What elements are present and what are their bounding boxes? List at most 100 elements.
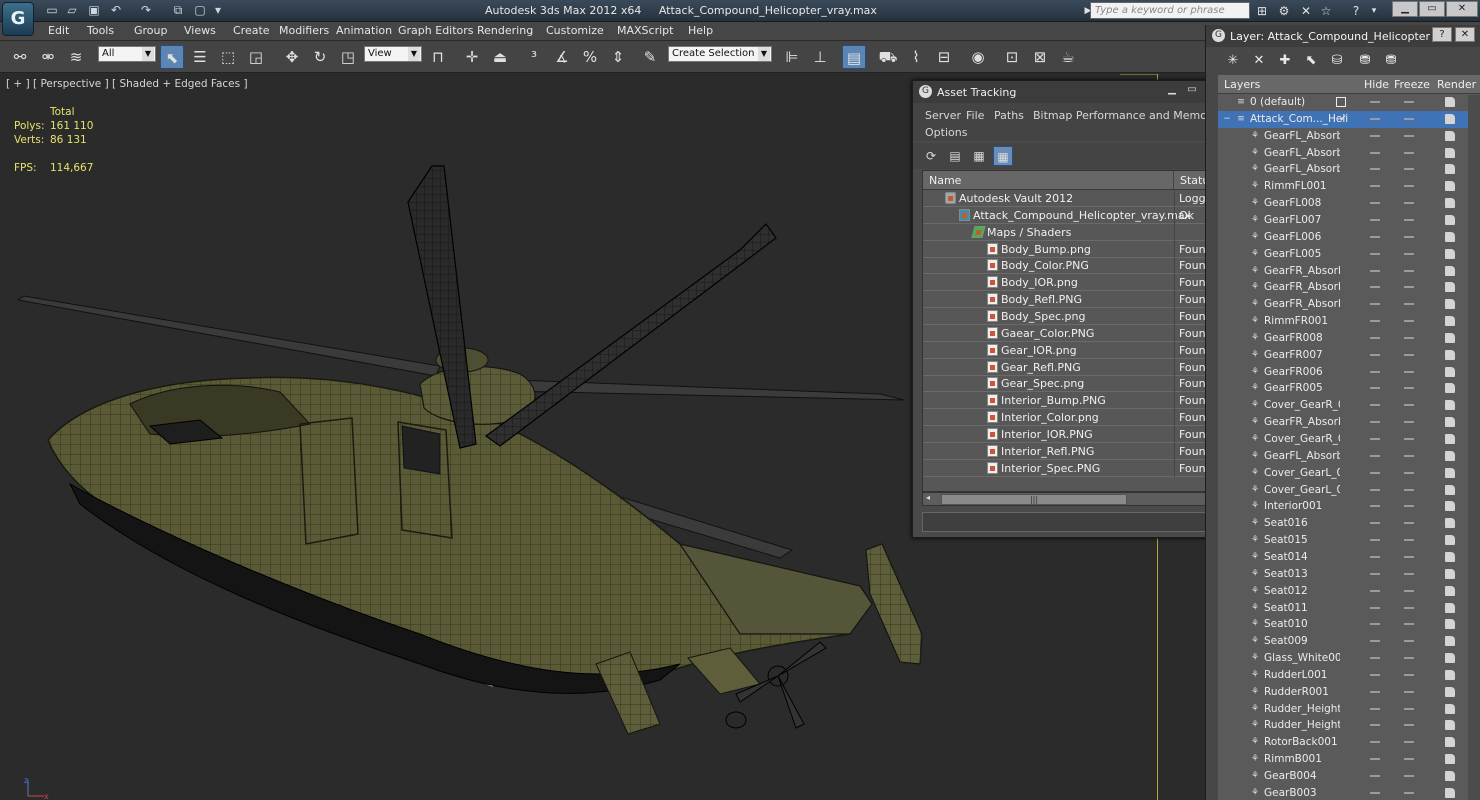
menu-paths[interactable]: Paths <box>994 109 1024 122</box>
named-selection-set-dropdown[interactable]: Create Selection Se ▼ <box>668 46 772 62</box>
column-layers[interactable]: Layers <box>1224 75 1260 93</box>
search-input[interactable]: Type a keyword or phrase <box>1090 2 1250 19</box>
render-teapot-icon[interactable] <box>1445 181 1455 192</box>
mirror-icon[interactable]: ⊫ <box>780 45 804 69</box>
render-teapot-icon[interactable] <box>1445 417 1455 428</box>
asset-row[interactable]: Interior_Color.png Foun <box>923 409 1211 427</box>
layer-row[interactable]: ⚘ GearFL_Absorbe <box>1218 161 1480 178</box>
collapse-icon[interactable]: − <box>1222 114 1232 124</box>
render-teapot-icon[interactable] <box>1445 450 1455 461</box>
hide-toggle[interactable] <box>1370 522 1380 525</box>
hide-toggle[interactable] <box>1370 353 1380 356</box>
render-teapot-icon[interactable] <box>1445 602 1455 613</box>
asset-status-field[interactable] <box>922 512 1212 532</box>
layer-row[interactable]: ⚘ GearFR006 <box>1218 364 1480 381</box>
unlink-selection-icon[interactable]: ⚮ <box>36 45 60 69</box>
hide-toggle[interactable] <box>1370 185 1380 188</box>
select-and-move-icon[interactable]: ✥ <box>280 45 304 69</box>
render-teapot-icon[interactable] <box>1445 130 1455 141</box>
layer-row[interactable]: ≡ − Attack_Com..._Heli ✔ <box>1218 110 1480 128</box>
freeze-toggle[interactable] <box>1404 101 1414 103</box>
keyboard-shortcut-override-icon[interactable]: ⏏ <box>488 45 512 69</box>
save-icon[interactable]: ▣ <box>86 3 102 18</box>
freeze-toggle[interactable] <box>1404 657 1414 660</box>
freeze-toggle[interactable] <box>1404 572 1414 575</box>
freeze-toggle[interactable] <box>1404 741 1414 744</box>
freeze-toggle[interactable] <box>1404 168 1414 171</box>
menu-options[interactable]: Options <box>925 126 967 139</box>
project-folder-icon[interactable]: ▢ <box>192 3 208 18</box>
render-teapot-icon[interactable] <box>1445 400 1455 411</box>
quick-access-dropdown-icon[interactable]: ▾ <box>210 3 226 18</box>
layer-row[interactable]: ⚘ RudderR001 <box>1218 684 1480 701</box>
layer-row[interactable]: ⚘ Cover_GearL_00 <box>1218 465 1480 482</box>
hide-toggle[interactable] <box>1370 218 1380 221</box>
hide-toggle[interactable] <box>1370 707 1380 710</box>
selection-filter-dropdown[interactable]: All ▼ <box>98 46 156 62</box>
current-layer-checkbox[interactable] <box>1336 97 1346 107</box>
layer-row[interactable]: ⚘ GearFL_Absorbe <box>1218 145 1480 162</box>
percent-snap-icon[interactable]: % <box>578 45 602 69</box>
render-teapot-icon[interactable] <box>1445 703 1455 714</box>
select-object-icon[interactable]: ⬉ <box>160 45 184 69</box>
hide-toggle[interactable] <box>1370 438 1380 440</box>
freeze-toggle[interactable] <box>1404 387 1414 390</box>
close-button[interactable]: ✕ <box>1446 1 1478 17</box>
asset-row[interactable]: Interior_Refl.PNG Foun <box>923 442 1211 460</box>
layer-row[interactable]: ⚘ Cover_GearR_0( <box>1218 397 1480 414</box>
freeze-toggle[interactable] <box>1404 589 1414 592</box>
layer-row[interactable]: ⚘ Rudder_HeightR <box>1218 701 1480 718</box>
hide-toggle[interactable] <box>1370 539 1380 542</box>
freeze-toggle[interactable] <box>1404 623 1414 626</box>
layer-row[interactable]: ⚘ RimmFL001 <box>1218 178 1480 195</box>
binoculars-icon[interactable]: ⊞ <box>1254 3 1270 19</box>
freeze-toggle[interactable] <box>1404 707 1414 710</box>
close-button[interactable]: ✕ <box>1455 27 1475 42</box>
render-teapot-icon[interactable] <box>1445 214 1455 225</box>
freeze-toggle[interactable] <box>1404 505 1414 508</box>
menu-file[interactable]: File <box>966 109 984 122</box>
render-teapot-icon[interactable] <box>1445 669 1455 680</box>
asset-row[interactable]: Body_Bump.png Foun <box>923 240 1211 258</box>
freeze-toggle[interactable] <box>1404 269 1414 272</box>
minimize-icon[interactable]: ▁ <box>1163 83 1181 97</box>
hide-toggle[interactable] <box>1370 572 1380 575</box>
render-teapot-icon[interactable] <box>1445 349 1455 360</box>
redo-icon[interactable]: ↷ <box>138 3 154 18</box>
render-teapot-icon[interactable] <box>1445 737 1455 748</box>
hide-toggle[interactable] <box>1370 724 1380 727</box>
current-layer-check-icon[interactable]: ✔ <box>1338 114 1348 124</box>
layer-row[interactable]: ⚘ GearFL006 <box>1218 229 1480 246</box>
hide-toggle[interactable] <box>1370 623 1380 626</box>
render-teapot-icon[interactable] <box>1445 164 1455 175</box>
freeze-toggle[interactable] <box>1404 758 1414 761</box>
open-file-icon[interactable]: ▱ <box>64 3 80 18</box>
hide-toggle[interactable] <box>1370 673 1380 676</box>
menu-help[interactable]: Help <box>688 24 713 37</box>
layer-row[interactable]: ⚘ RimmFR001 <box>1218 313 1480 330</box>
layer-row[interactable]: ⚘ Interior001 <box>1218 498 1480 515</box>
hide-all-layers-icon[interactable]: ⛃ <box>1356 52 1374 70</box>
layer-row[interactable]: ⚘ Cover_GearR_0( <box>1218 431 1480 448</box>
snaps-toggle-icon[interactable]: ³ <box>522 45 546 69</box>
layer-row[interactable]: ⚘ GearFR_Absorbe <box>1218 296 1480 313</box>
hide-toggle[interactable] <box>1370 202 1380 205</box>
asset-row[interactable]: Autodesk Vault 2012 Logg <box>923 190 1211 207</box>
edit-named-selection-icon[interactable]: ✎ <box>638 45 662 69</box>
render-teapot-icon[interactable] <box>1445 282 1455 293</box>
table-view-icon[interactable]: ▦ <box>993 146 1013 166</box>
render-teapot-icon[interactable] <box>1445 147 1455 158</box>
select-and-rotate-icon[interactable]: ↻ <box>308 45 332 69</box>
render-teapot-icon[interactable] <box>1445 113 1455 124</box>
render-teapot-icon[interactable] <box>1445 366 1455 377</box>
menu-create[interactable]: Create <box>233 24 270 37</box>
minimize-button[interactable]: ▁ <box>1392 1 1418 17</box>
hide-toggle[interactable] <box>1370 758 1380 761</box>
render-teapot-icon[interactable] <box>1445 754 1455 765</box>
freeze-toggle[interactable] <box>1404 438 1414 440</box>
asset-row[interactable]: Attack_Compound_Helicopter_vray.max Ok <box>923 206 1211 224</box>
freeze-toggle[interactable] <box>1404 404 1414 407</box>
freeze-toggle[interactable] <box>1404 303 1414 306</box>
layer-row[interactable]: ⚘ Cover_GearL_00 <box>1218 482 1480 499</box>
rectangular-selection-icon[interactable]: ⬚ <box>216 45 240 69</box>
